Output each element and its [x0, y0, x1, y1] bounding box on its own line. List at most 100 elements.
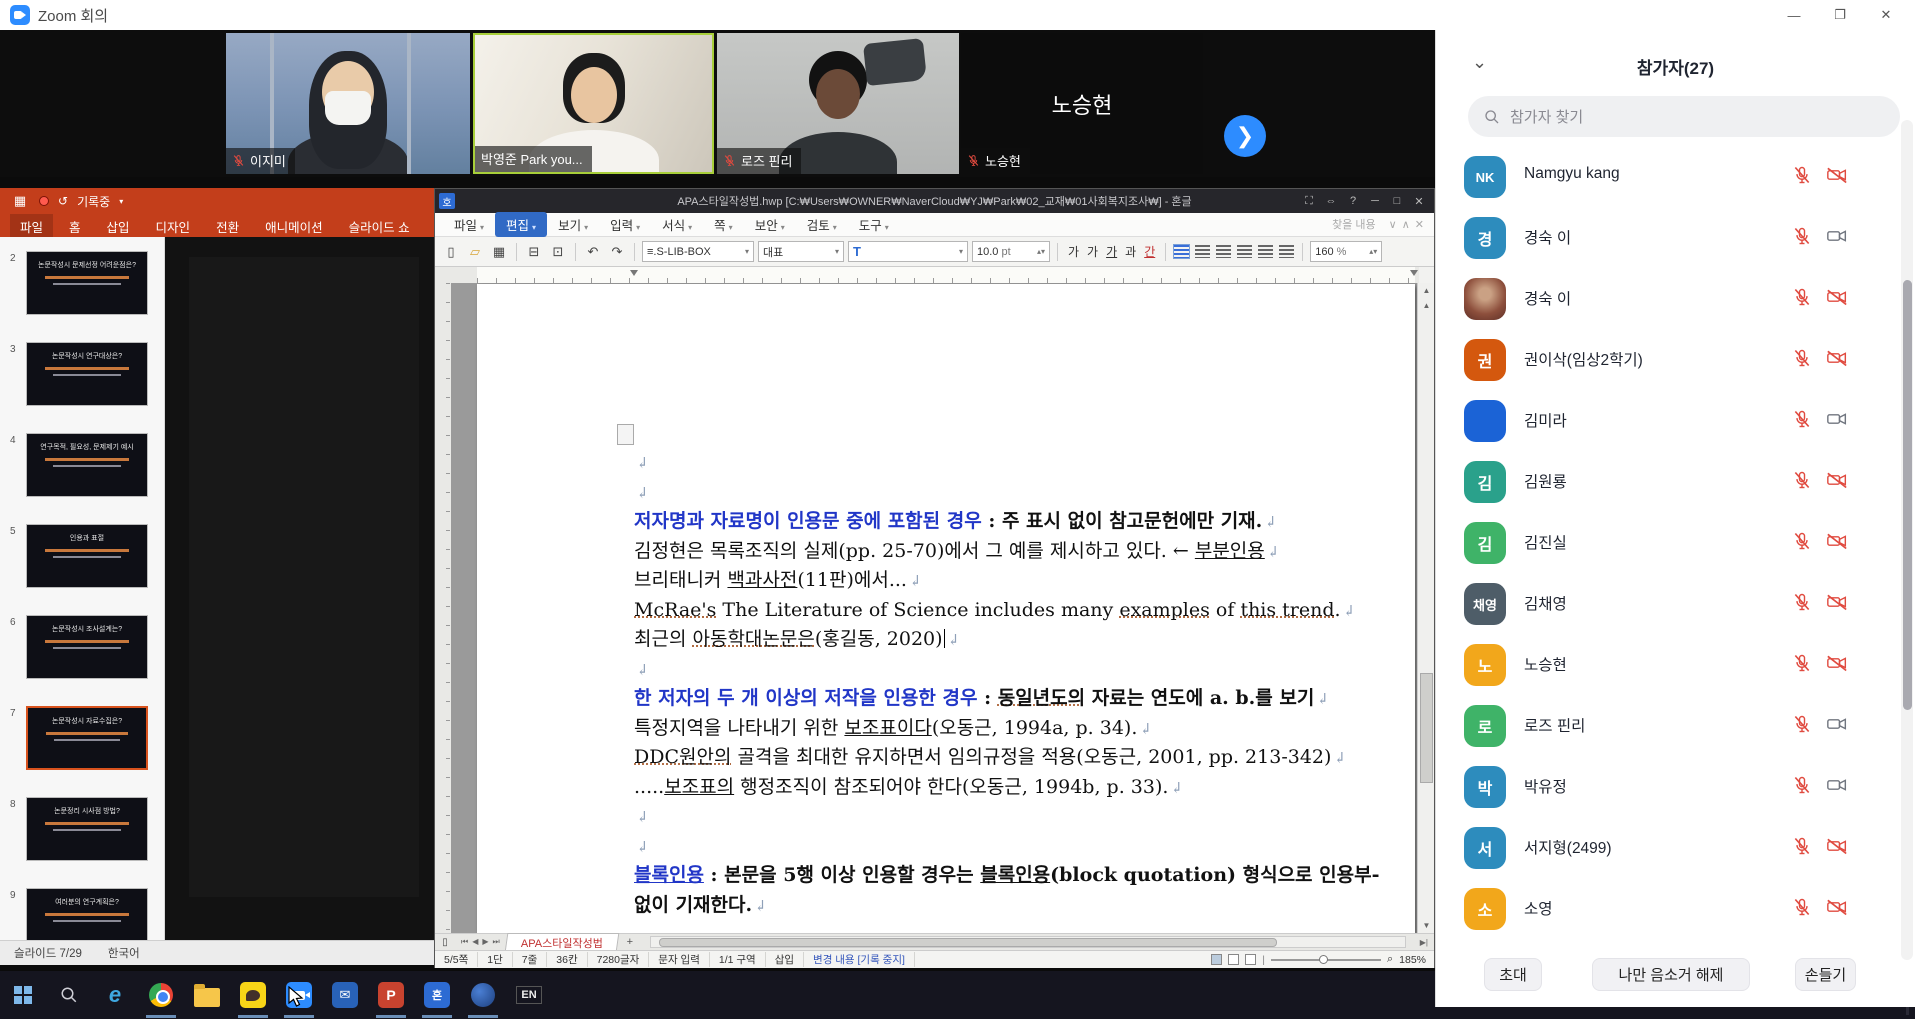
italic-button[interactable]: 가 [1084, 242, 1101, 261]
hwp-menu-편집[interactable]: 편집▾ [495, 212, 547, 237]
resize-icon[interactable]: ⇔ [1320, 189, 1342, 213]
find-icons[interactable]: ∨ ∧ ✕ [1384, 218, 1424, 231]
open-folder-icon[interactable]: ▱ [465, 242, 485, 262]
taskbar-kakaotalk-icon[interactable] [230, 971, 276, 1019]
taskbar-windows-icon[interactable] [0, 971, 46, 1019]
new-doc-icon[interactable]: ▯ [441, 242, 461, 262]
magnifier-icon[interactable]: ⌕ [1387, 953, 1393, 966]
minimize-icon[interactable]: ─ [1364, 189, 1386, 213]
invite-button[interactable]: 초대 [1484, 958, 1542, 991]
scroll-up-icon[interactable]: ▲ [1418, 283, 1435, 298]
raise-hand-button[interactable]: 손들기 [1795, 958, 1856, 991]
slide-item[interactable]: 4연구목적, 필요성, 문제제기 예시 [0, 433, 160, 501]
participant-row[interactable]: 김김원룡 [1436, 452, 1896, 512]
qa-dropdown-icon[interactable]: ▾ [119, 197, 123, 206]
video-tile[interactable]: 박영준 Park you... [473, 33, 714, 174]
slide-thumbnail[interactable]: 논문작성시 연구대상은? [26, 342, 148, 406]
next-videos-button[interactable]: ❯ [1224, 115, 1266, 157]
taskbar-powerpoint-icon[interactable]: P [368, 971, 414, 1019]
participant-row[interactable]: 김미라 [1436, 391, 1896, 451]
slide-thumbnail[interactable]: 논문작성시 조사설계는? [26, 615, 148, 679]
video-tile[interactable]: 노승현노승현 [961, 33, 1203, 174]
redo-icon[interactable]: ↷ [607, 242, 627, 262]
indent-marker[interactable] [630, 270, 638, 276]
underline-button[interactable]: 가 [1103, 242, 1120, 261]
hwp-menu-도구[interactable]: 도구▾ [848, 212, 900, 237]
find-control-icon[interactable]: ∨ [1389, 219, 1397, 231]
view-mode-2-icon[interactable] [1228, 954, 1239, 965]
undo-icon[interactable]: ↺ [58, 194, 68, 208]
thumbnail-icon[interactable]: ▯ [435, 932, 455, 952]
right-margin-marker[interactable] [1410, 270, 1418, 276]
taskbar-hwp-icon[interactable]: 혼 [414, 971, 460, 1019]
help-icon[interactable]: ? [1342, 189, 1364, 213]
horizontal-scroll-thumb[interactable] [659, 938, 1277, 947]
ppt-editing-area[interactable] [165, 237, 434, 940]
vertical-ruler[interactable] [435, 283, 451, 933]
participants-scroll-thumb[interactable] [1903, 280, 1912, 710]
document-text[interactable]: ↲↲저자명과 자료명이 인용문 중에 포함된 경우 : 주 표시 없이 참고문헌… [634, 448, 1415, 920]
horizontal-ruler[interactable] [435, 267, 1419, 283]
print-icon[interactable]: ⊟ [524, 242, 544, 262]
hwp-menu-보기[interactable]: 보기▾ [547, 212, 599, 237]
align-right-icon[interactable] [1237, 245, 1252, 258]
find-control-icon[interactable]: ∧ [1402, 219, 1410, 231]
save-icon[interactable]: ▦ [489, 242, 509, 262]
participant-row[interactable]: NKNamgyu kang [1436, 147, 1896, 207]
slide-thumbnail[interactable]: 논문작성시 자료수집은? [26, 706, 148, 770]
style-combo[interactable]: ≡.S-LIB-BOX▾ [642, 241, 754, 262]
hwp-document-area[interactable]: ↲↲저자명과 자료명이 인용문 중에 포함된 경우 : 주 표시 없이 참고문헌… [435, 283, 1419, 933]
align-left-icon[interactable] [1195, 245, 1210, 258]
ppt-menu-2[interactable]: 홈 [59, 214, 91, 239]
document-tab[interactable]: APA스타일작성법 [504, 933, 619, 952]
char-shape-button[interactable]: 과 [1122, 242, 1139, 261]
document-page[interactable]: ↲↲저자명과 자료명이 인용문 중에 포함된 경우 : 주 표시 없이 참고문헌… [477, 284, 1415, 933]
view-mode-3-icon[interactable] [1245, 954, 1256, 965]
taskbar-mail-icon[interactable]: ✉ [322, 971, 368, 1019]
taskbar-edge-icon[interactable]: e [92, 971, 138, 1019]
scroll-up2-icon[interactable]: ▲ [1418, 298, 1435, 313]
maximize-icon[interactable]: □ [1386, 189, 1408, 213]
hwp-menu-검토[interactable]: 검토▾ [796, 212, 848, 237]
zoom-slider-knob[interactable] [1319, 955, 1328, 964]
unmute-me-button[interactable]: 나만 음소거 해제 [1592, 958, 1750, 991]
participant-row[interactable]: 로로즈 핀리 [1436, 696, 1896, 756]
participant-search-box[interactable]: 참가자 찾기 [1468, 96, 1900, 137]
slide-thumbnail[interactable]: 논문정리 시사점 방법? [26, 797, 148, 861]
participant-row[interactable]: 노노승현 [1436, 635, 1896, 695]
slide-thumbnail[interactable]: 논문작성시 문제선정 어려운점은? [26, 251, 148, 315]
align-justify-icon[interactable] [1174, 245, 1189, 258]
editor-zoom-combo[interactable]: 160 %▴▾ [1310, 241, 1382, 262]
slide-thumbnail[interactable]: 인용과 표절 [26, 524, 148, 588]
hwp-menu-보안[interactable]: 보안▾ [744, 212, 796, 237]
close-icon[interactable]: ✕ [1408, 189, 1430, 213]
save-icon[interactable]: ▦ [10, 191, 30, 211]
slide-thumbnail[interactable]: 연구목적, 필요성, 문제제기 예시 [26, 433, 148, 497]
vertical-scroll-thumb[interactable] [1420, 673, 1433, 783]
slide-item[interactable]: 7논문작성시 자료수집은? [0, 706, 160, 774]
ppt-menu-1[interactable]: 파일 [10, 214, 53, 239]
fullscreen-icon[interactable]: ⛶ [1298, 189, 1320, 213]
align-distribute-icon[interactable] [1258, 245, 1273, 258]
slide-item[interactable]: 2논문작성시 문제선정 어려운점은? [0, 251, 160, 319]
hwp-menu-입력[interactable]: 입력▾ [599, 212, 651, 237]
hwp-menu-쪽[interactable]: 쪽▾ [703, 212, 744, 237]
view-mode-1-icon[interactable] [1211, 954, 1222, 965]
style-type-combo[interactable]: 대표▾ [758, 241, 844, 262]
participant-row[interactable]: 박박유정 [1436, 757, 1896, 817]
undo-icon[interactable]: ↶ [583, 242, 603, 262]
font-combo[interactable]: T▾ [848, 241, 968, 262]
vertical-scrollbar[interactable]: ▲ ▲ ▼ [1417, 283, 1434, 933]
slide-item[interactable]: 5인용과 표절 [0, 524, 160, 592]
preview-icon[interactable]: ⊡ [548, 242, 568, 262]
bold-button[interactable]: 가 [1065, 242, 1082, 261]
participant-row[interactable]: 권권이삭(임상2학기) [1436, 330, 1896, 390]
video-tile[interactable]: 이지미 [226, 33, 470, 174]
add-tab-button[interactable]: + [618, 936, 642, 948]
find-control-icon[interactable]: ✕ [1415, 219, 1424, 231]
hwp-find-box[interactable]: 찾을 내용 ∨∧✕ [1332, 216, 1424, 232]
participant-list[interactable]: NKNamgyu kang경경숙 이경숙 이권권이삭(임상2학기)김미라김김원룡… [1436, 142, 1896, 970]
ppt-menu-5[interactable]: 전환 [206, 214, 249, 239]
taskbar-en-icon[interactable]: EN [506, 971, 552, 1019]
participant-row[interactable]: 소소영 [1436, 879, 1896, 939]
